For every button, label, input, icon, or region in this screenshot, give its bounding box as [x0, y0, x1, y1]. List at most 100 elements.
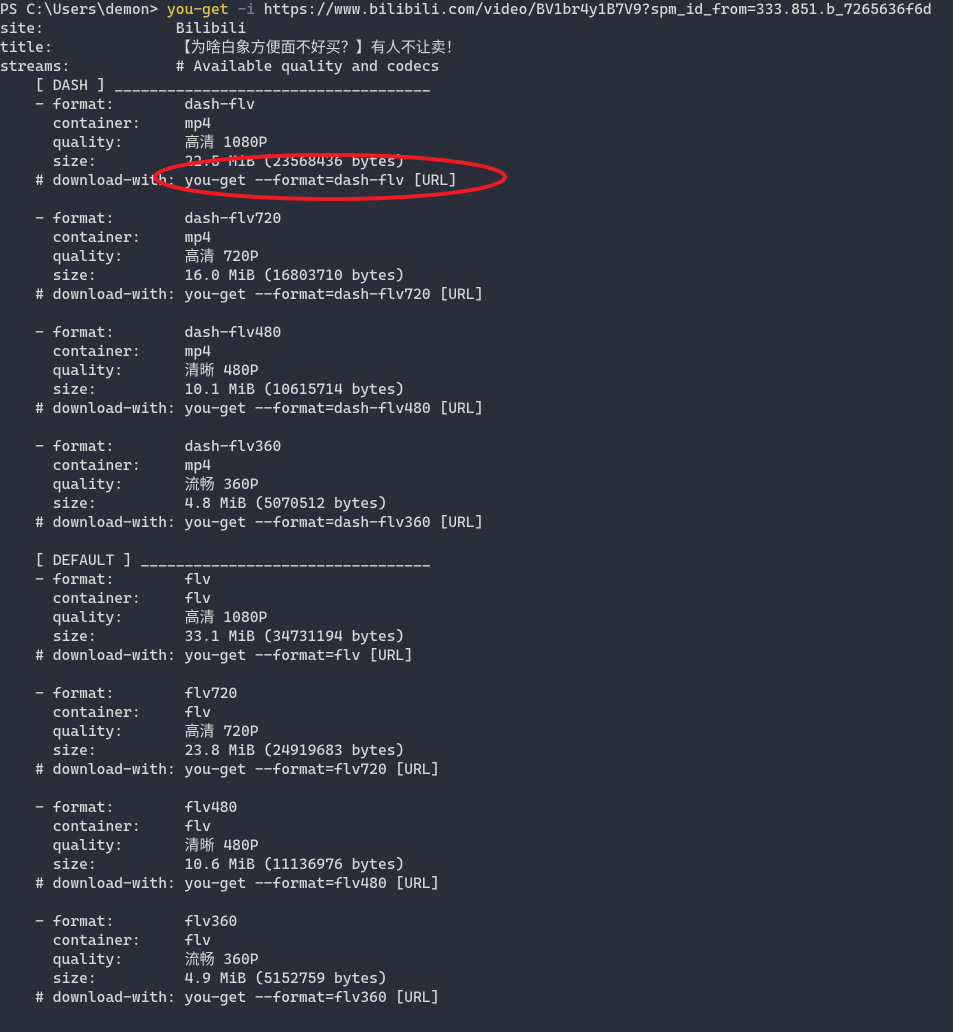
- container-row: container: mp4: [0, 342, 953, 361]
- download-row-label: # download-with:: [0, 399, 185, 417]
- size-row-label: size:: [0, 855, 185, 873]
- format-row: - format: flv360: [0, 912, 953, 931]
- download-row: # download-with: you-get --format=dash-f…: [0, 285, 953, 304]
- quality-row-value: 高清 720P: [185, 247, 259, 265]
- download-row-value: you-get --format=flv360 [URL]: [185, 988, 440, 1006]
- format-row: - format: flv480: [0, 798, 953, 817]
- container-row: container: flv: [0, 817, 953, 836]
- format-row-label: - format:: [0, 798, 185, 816]
- quality-row: quality: 高清 720P: [0, 247, 953, 266]
- container-row-label: container:: [0, 456, 185, 474]
- download-row-label: # download-with:: [0, 760, 185, 778]
- format-row-label: - format:: [0, 209, 185, 227]
- size-row-value: 4.8 MiB (5070512 bytes): [185, 494, 387, 512]
- size-row-value: 22.5 MiB (23568436 bytes): [185, 152, 405, 170]
- site-label: site:: [0, 19, 44, 38]
- container-row-value: mp4: [185, 456, 211, 474]
- streams-note: # Available quality and codecs: [176, 57, 440, 75]
- blank-line: [0, 532, 953, 551]
- prompt-shell: PS: [0, 0, 18, 18]
- download-row-value: you-get --format=flv480 [URL]: [185, 874, 440, 892]
- site-value: Bilibili: [176, 19, 246, 37]
- prompt-separator: >: [149, 0, 158, 18]
- terminal-output[interactable]: PS C:\Users\demon> you-get -i https://ww…: [0, 0, 953, 1032]
- download-row: # download-with: you-get --format=dash-f…: [0, 513, 953, 532]
- size-row-value: 10.6 MiB (11136976 bytes): [185, 855, 405, 873]
- format-row-value: flv720: [185, 684, 238, 702]
- sections-container: [ DASH ] _______________________________…: [0, 76, 953, 1026]
- quality-row: quality: 清晰 480P: [0, 836, 953, 855]
- container-row-value: flv: [185, 589, 211, 607]
- quality-row-label: quality:: [0, 836, 185, 854]
- prompt-line: PS C:\Users\demon> you-get -i https://ww…: [0, 0, 953, 19]
- quality-row-label: quality:: [0, 361, 185, 379]
- size-row: size: 4.9 MiB (5152759 bytes): [0, 969, 953, 988]
- size-row-value: 16.0 MiB (16803710 bytes): [185, 266, 405, 284]
- size-row-label: size:: [0, 494, 185, 512]
- title-value: 【为啥白象方便面不好买？】有人不让卖！: [176, 38, 461, 56]
- container-row-label: container:: [0, 114, 185, 132]
- quality-row-value: 流畅 360P: [185, 950, 259, 968]
- quality-row-label: quality:: [0, 608, 185, 626]
- blank-line: [0, 665, 953, 684]
- size-row: size: 4.8 MiB (5070512 bytes): [0, 494, 953, 513]
- download-row-label: # download-with:: [0, 646, 185, 664]
- blank-line: [0, 893, 953, 912]
- container-row: container: flv: [0, 589, 953, 608]
- section-header: [ DASH ] _______________________________…: [0, 76, 953, 95]
- quality-row: quality: 高清 1080P: [0, 133, 953, 152]
- streams-row: streams: # Available quality and codecs: [0, 57, 953, 76]
- format-row-label: - format:: [0, 95, 185, 113]
- format-row-value: dash-flv360: [185, 437, 282, 455]
- download-row-label: # download-with:: [0, 513, 185, 531]
- container-row: container: mp4: [0, 114, 953, 133]
- container-row-label: container:: [0, 342, 185, 360]
- container-row-value: flv: [185, 931, 211, 949]
- quality-row: quality: 流畅 360P: [0, 950, 953, 969]
- size-row-label: size:: [0, 741, 185, 759]
- container-row: container: flv: [0, 931, 953, 950]
- size-row-label: size:: [0, 152, 185, 170]
- quality-row-value: 清晰 480P: [185, 361, 259, 379]
- format-row-value: dash-flv720: [185, 209, 282, 227]
- quality-row-label: quality:: [0, 475, 185, 493]
- format-row-label: - format:: [0, 437, 185, 455]
- format-row: - format: dash-flv480: [0, 323, 953, 342]
- download-row-value: you-get --format=dash-flv480 [URL]: [185, 399, 484, 417]
- format-row-label: - format:: [0, 323, 185, 341]
- format-row-value: flv480: [185, 798, 238, 816]
- quality-row-value: 高清 720P: [185, 722, 259, 740]
- container-row-label: container:: [0, 931, 185, 949]
- container-row-value: flv: [185, 817, 211, 835]
- quality-row-value: 流畅 360P: [185, 475, 259, 493]
- quality-row-label: quality:: [0, 722, 185, 740]
- download-row: # download-with: you-get --format=dash-f…: [0, 399, 953, 418]
- quality-row-label: quality:: [0, 133, 185, 151]
- quality-row: quality: 流畅 360P: [0, 475, 953, 494]
- blank-line: [0, 304, 953, 323]
- blank-line: [0, 190, 953, 209]
- format-row-label: - format:: [0, 570, 185, 588]
- quality-row-label: quality:: [0, 247, 185, 265]
- container-row: container: mp4: [0, 456, 953, 475]
- blank-line: [0, 779, 953, 798]
- format-row: - format: dash-flv360: [0, 437, 953, 456]
- quality-row: quality: 清晰 480P: [0, 361, 953, 380]
- size-row: size: 10.6 MiB (11136976 bytes): [0, 855, 953, 874]
- format-row-label: - format:: [0, 684, 185, 702]
- quality-row: quality: 高清 1080P: [0, 608, 953, 627]
- download-row-label: # download-with:: [0, 171, 185, 189]
- size-row-label: size:: [0, 266, 185, 284]
- quality-row: quality: 高清 720P: [0, 722, 953, 741]
- download-row: # download-with: you-get --format=flv360…: [0, 988, 953, 1007]
- size-row-value: 33.1 MiB (34731194 bytes): [185, 627, 405, 645]
- size-row: size: 10.1 MiB (10615714 bytes): [0, 380, 953, 399]
- size-row-value: 10.1 MiB (10615714 bytes): [185, 380, 405, 398]
- download-row: # download-with: you-get --format=flv480…: [0, 874, 953, 893]
- container-row-value: mp4: [185, 228, 211, 246]
- size-row-label: size:: [0, 627, 185, 645]
- section-header: [ DEFAULT ] ____________________________…: [0, 551, 953, 570]
- command-flag: -i: [237, 0, 255, 18]
- prompt-path: C:\Users\demon: [26, 0, 149, 18]
- format-row-label: - format:: [0, 912, 185, 930]
